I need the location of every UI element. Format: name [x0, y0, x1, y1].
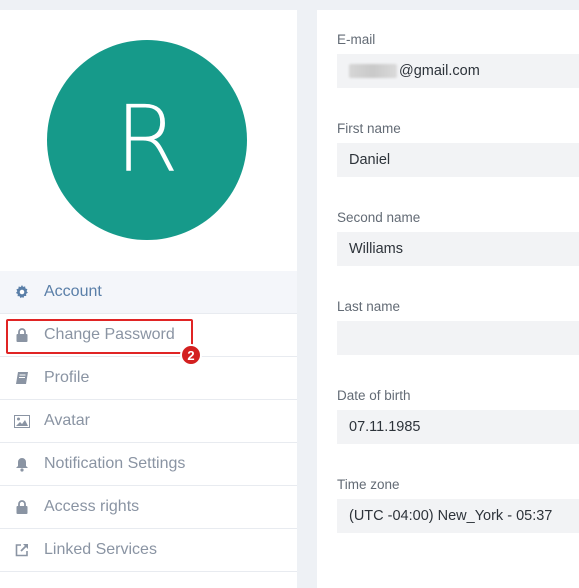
menu-item-label: Notification Settings: [44, 455, 186, 472]
menu-item-label: Avatar: [44, 412, 90, 429]
menu-item-access-rights[interactable]: Access rights: [0, 486, 297, 529]
menu-item-label: Access rights: [44, 498, 140, 515]
field-label: Time zone: [337, 477, 400, 492]
first-name-field-group: First name Daniel: [337, 121, 579, 177]
profile-sidebar: R Account Change Password 2 Profile Avat…: [0, 10, 297, 588]
external-link-icon: [14, 542, 30, 558]
menu-item-change-password[interactable]: Change Password 2: [0, 314, 297, 366]
field-label: E-mail: [337, 32, 376, 47]
time-zone-field-group: Time zone (UTC -04:00) New_York - 05:37: [337, 477, 579, 533]
date-of-birth-field-group: Date of birth 07.11.1985: [337, 388, 579, 444]
menu-item-notification-settings[interactable]: Notification Settings: [0, 443, 297, 486]
menu-item-profile[interactable]: Profile: [0, 357, 297, 400]
email-value: @gmail.com: [399, 63, 480, 79]
image-icon: [14, 413, 30, 429]
menu-item-account[interactable]: Account: [0, 271, 297, 314]
avatar[interactable]: R: [47, 40, 247, 240]
date-of-birth-field[interactable]: 07.11.1985: [337, 410, 579, 444]
second-name-field[interactable]: Williams: [337, 232, 579, 266]
menu-item-label: Linked Services: [44, 541, 157, 558]
last-name-field-group: Last name: [337, 299, 579, 355]
gear-icon: [14, 284, 30, 300]
bell-icon: [14, 456, 30, 472]
last-name-field[interactable]: [337, 321, 579, 355]
menu-item-linked-services[interactable]: Linked Services: [0, 529, 297, 572]
menu-item-label: Account: [44, 283, 102, 300]
menu-item-label: Profile: [44, 369, 90, 386]
book-icon: [14, 370, 30, 386]
email-field-group: E-mail @gmail.com: [337, 32, 579, 88]
field-label: First name: [337, 121, 401, 136]
avatar-initial: R: [115, 86, 179, 193]
field-label: Second name: [337, 210, 421, 225]
time-zone-select[interactable]: (UTC -04:00) New_York - 05:37: [337, 499, 579, 533]
menu-item-avatar[interactable]: Avatar: [0, 400, 297, 443]
second-name-field-group: Second name Williams: [337, 210, 579, 266]
account-form: E-mail @gmail.com First name Daniel Seco…: [317, 10, 579, 588]
email-field[interactable]: @gmail.com: [337, 54, 579, 88]
lock-icon: [14, 499, 30, 515]
field-label: Last name: [337, 299, 401, 314]
first-name-field[interactable]: Daniel: [337, 143, 579, 177]
redacted-text: [349, 64, 397, 78]
highlight-box: [6, 319, 193, 354]
field-label: Date of birth: [337, 388, 411, 403]
settings-menu: Account Change Password 2 Profile Avatar: [0, 271, 297, 572]
